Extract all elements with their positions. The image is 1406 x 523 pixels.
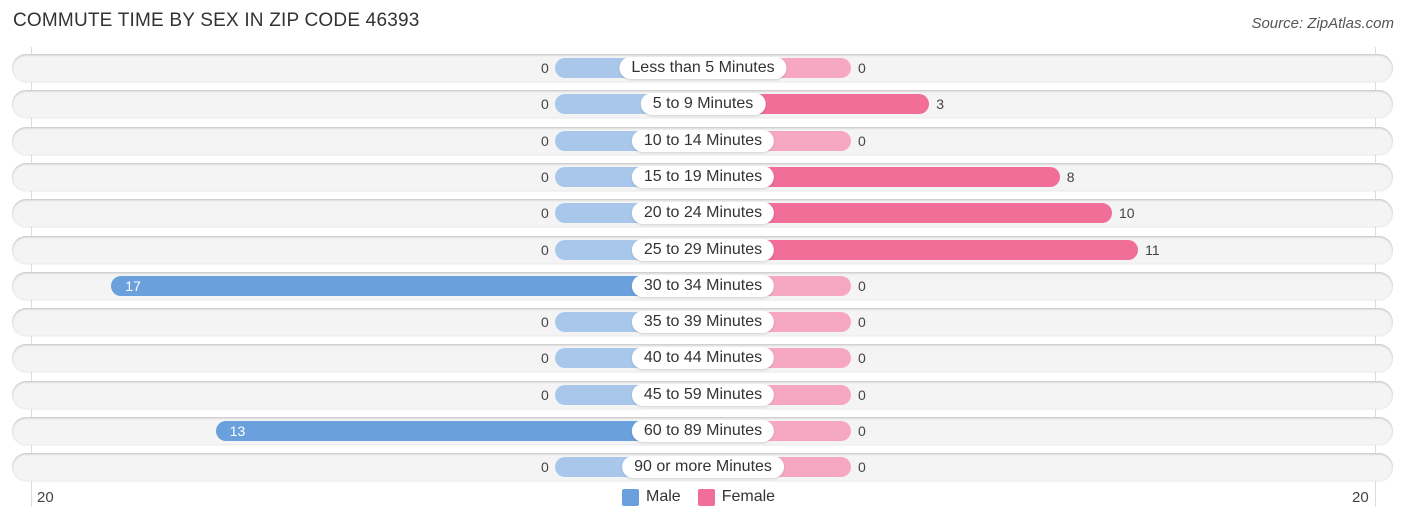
value-label-male: 0: [541, 241, 549, 258]
value-label-male: 17: [125, 277, 141, 294]
axis-tick-right: 20: [1352, 489, 1369, 506]
value-label-female: 0: [858, 132, 866, 149]
bar-male: [111, 275, 703, 296]
value-label-male: 0: [541, 314, 549, 331]
value-label-male: 0: [541, 386, 549, 403]
chart-title: COMMUTE TIME BY SEX IN ZIP CODE 46393: [13, 10, 420, 31]
chart-container: COMMUTE TIME BY SEX IN ZIP CODE 46393 So…: [0, 0, 1406, 523]
legend-swatch-female: [697, 488, 715, 506]
value-label-female: 10: [1119, 205, 1135, 222]
source-label: Source: ZipAtlas.com: [1251, 15, 1394, 32]
value-label-male: 0: [541, 350, 549, 367]
value-label-male: 0: [541, 60, 549, 76]
legend-swatch-male: [622, 488, 639, 506]
value-label-female: 0: [858, 459, 866, 476]
value-label-male: 0: [541, 168, 549, 185]
value-label-female: 0: [858, 350, 866, 367]
category-label: 30 to 34 Minutes: [631, 274, 775, 297]
category-label: 25 to 29 Minutes: [631, 238, 775, 261]
legend-label-male: Male: [646, 488, 681, 505]
value-label-female: 0: [858, 277, 866, 294]
category-label: 20 to 24 Minutes: [631, 202, 775, 225]
axis-tick-left: 20: [37, 489, 54, 506]
value-label-male: 0: [541, 205, 549, 222]
value-label-female: 3: [936, 96, 945, 113]
category-label: Less than 5 Minutes: [619, 57, 787, 79]
value-label-female: 0: [858, 386, 866, 403]
value-label-female: 0: [858, 423, 866, 439]
category-label: 45 to 59 Minutes: [631, 383, 775, 406]
value-label-female: 0: [858, 314, 866, 331]
category-label: 35 to 39 Minutes: [631, 311, 775, 334]
bar-male: [215, 421, 703, 441]
value-label-female: 11: [1145, 241, 1160, 258]
category-label: 15 to 19 Minutes: [631, 165, 775, 188]
value-label-male: 0: [541, 96, 549, 113]
category-label: 10 to 14 Minutes: [631, 129, 775, 152]
legend: Male Female: [622, 488, 775, 506]
value-label-male: 0: [541, 132, 549, 149]
category-label: 5 to 9 Minutes: [640, 93, 766, 116]
value-label-male: 13: [229, 423, 246, 439]
category-label: 90 or more Minutes: [622, 456, 784, 479]
value-label-female: 8: [1066, 168, 1075, 185]
legend-label-female: Female: [721, 488, 776, 505]
category-label: 40 to 44 Minutes: [631, 347, 775, 370]
value-label-female: 0: [858, 60, 866, 76]
category-label: 60 to 89 Minutes: [631, 420, 775, 442]
value-label-male: 0: [541, 459, 549, 476]
